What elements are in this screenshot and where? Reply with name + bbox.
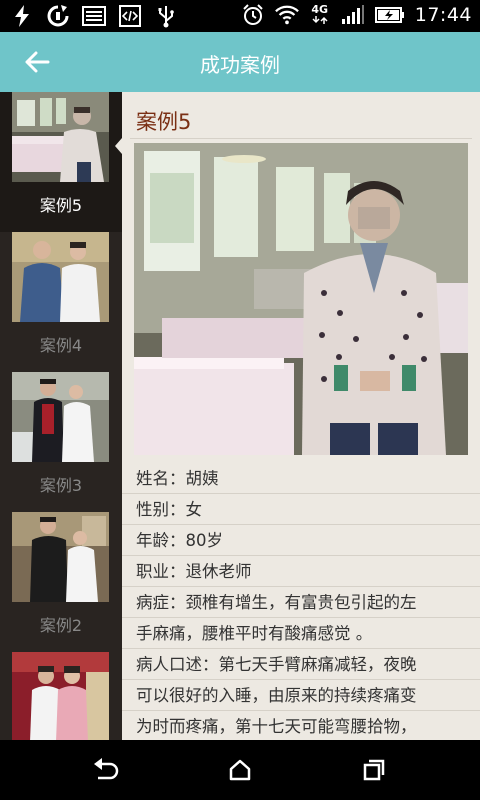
divider (130, 138, 472, 139)
case-detail: 案例5 姓名：胡姨 性别：女 年龄：80岁 职业：退休老师 病症：颈椎有增生，有… (122, 92, 480, 740)
page-title: 成功案例 (200, 53, 280, 77)
alarm-icon (241, 3, 265, 27)
case2-thumbnail (12, 512, 109, 602)
system-nav-bar (0, 740, 480, 800)
recents-icon (363, 759, 385, 781)
case-title: 案例5 (136, 110, 192, 134)
signal-icon (341, 3, 365, 27)
clock: 17:44 (414, 4, 472, 26)
case3-thumbnail (12, 372, 109, 462)
case-sidebar: 案例5 案例4 案例3 案例2 (0, 92, 122, 740)
back-nav-icon (94, 758, 119, 780)
app-bar: 成功案例 (0, 32, 480, 92)
case4-thumbnail (12, 232, 109, 322)
home-button[interactable] (220, 756, 260, 784)
sidebar-item-label: 案例2 (39, 616, 83, 635)
patient-age: 年龄：80岁 (122, 525, 480, 556)
patient-statement-line: 可以很好的入睡，由原来的持续疼痛变 (122, 680, 480, 711)
sidebar-item-label: 案例3 (39, 476, 83, 495)
case-photo (134, 143, 468, 455)
case1-thumbnail (12, 652, 109, 740)
symptom-line: 手麻痛，腰椎平时有酸痛感觉 。 (122, 618, 480, 649)
patient-occupation: 职业：退休老师 (122, 556, 480, 587)
patient-name: 姓名：胡姨 (122, 463, 480, 494)
patient-statement-line: 病人口述：第七天手臂麻痛减轻，夜晚 (122, 649, 480, 680)
recents-button[interactable] (354, 756, 394, 784)
patient-gender: 性别：女 (122, 494, 480, 525)
sidebar-item-case1[interactable] (0, 652, 122, 740)
network-type: 4G (309, 4, 331, 26)
symptom-line: 病症：颈椎有增生，有富贵包引起的左 (122, 587, 480, 618)
wifi-icon (274, 3, 299, 27)
sidebar-item-label: 案例4 (39, 336, 83, 355)
code-icon (118, 4, 142, 28)
usb-icon (154, 4, 178, 28)
case-info-list: 姓名：胡姨 性别：女 年龄：80岁 职业：退休老师 病症：颈椎有增生，有富贵包引… (122, 463, 480, 740)
sidebar-item-case5[interactable]: 案例5 (0, 92, 122, 232)
sidebar-item-label: 案例5 (39, 196, 83, 215)
sidebar-item-case2[interactable]: 案例2 (0, 512, 122, 652)
status-bar: 4G 17:44 (0, 0, 480, 32)
battery-charging-icon (374, 3, 405, 27)
image-icon (82, 4, 106, 28)
active-indicator (115, 138, 122, 154)
sync-icon (46, 4, 70, 28)
patient-statement-line: 为时而疼痛，第十七天可能弯腰拾物， (122, 711, 480, 740)
flash-icon (10, 4, 34, 28)
sidebar-item-case3[interactable]: 案例3 (0, 372, 122, 512)
sidebar-item-case4[interactable]: 案例4 (0, 232, 122, 372)
case5-thumbnail (12, 92, 109, 182)
back-nav-button[interactable] (86, 756, 126, 784)
home-icon (229, 759, 251, 781)
